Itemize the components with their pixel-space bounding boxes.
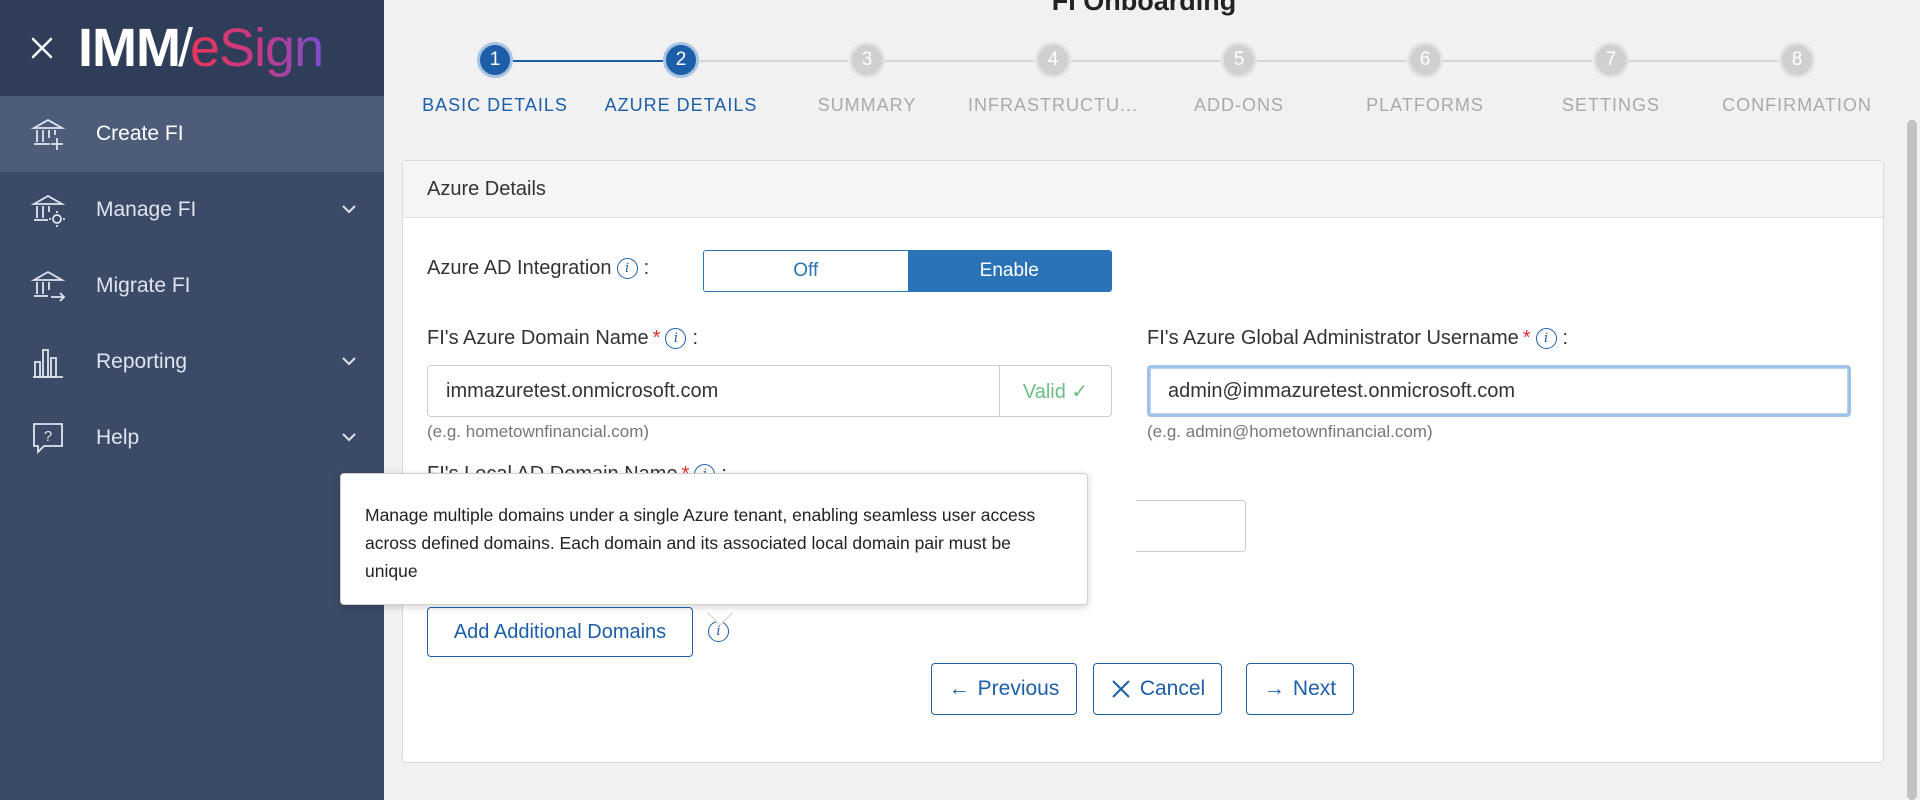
domain-name-hint: (e.g. hometownfinancial.com) — [427, 422, 650, 441]
chevron-down-icon — [342, 357, 356, 366]
sidebar-item-label: Manage FI — [96, 198, 197, 221]
bank-arrow-icon — [30, 270, 66, 302]
svg-text:?: ? — [44, 428, 52, 445]
bank-add-icon — [30, 118, 66, 150]
close-icon — [1112, 680, 1130, 698]
next-button-label: Next — [1292, 677, 1337, 700]
step-number: 5 — [1221, 42, 1257, 78]
domain-name-label-text: FI's Azure Domain Name — [427, 327, 649, 349]
step-add-ons[interactable]: 5 ADD-ONS — [1146, 42, 1332, 116]
required-marker: * — [652, 327, 661, 349]
sidebar-item-label: Migrate FI — [96, 274, 191, 297]
scrollbar[interactable] — [1904, 0, 1920, 800]
chevron-down-icon — [342, 205, 356, 214]
domain-name-label: FI's Azure Domain Name * i : — [427, 327, 699, 349]
ad-integration-toggle[interactable]: Off Enable — [703, 250, 1112, 292]
sidebar: IMM / eSign Create FI Manage FI Migrate FI… — [0, 0, 384, 800]
scrollbar-thumb[interactable] — [1907, 120, 1917, 800]
sidebar-item-manage-fi[interactable]: Manage FI — [0, 172, 384, 248]
step-platforms[interactable]: 6 PLATFORMS — [1332, 42, 1518, 116]
step-label: CONFIRMATION — [1722, 95, 1872, 115]
step-number: 1 — [477, 42, 513, 78]
step-settings[interactable]: 7 SETTINGS — [1518, 42, 1704, 116]
admin-username-label: FI's Azure Global Administrator Username… — [1147, 327, 1569, 349]
previous-button[interactable]: ← Previous — [931, 663, 1077, 715]
info-icon[interactable]: i — [665, 328, 687, 349]
ad-integration-label-text: Azure AD Integration — [427, 257, 612, 279]
step-label: AZURE DETAILS — [604, 95, 758, 115]
app-logo: IMM / eSign — [78, 18, 324, 78]
step-label: SETTINGS — [1561, 95, 1660, 115]
admin-username-hint: (e.g. admin@hometownfinancial.com) — [1147, 422, 1433, 441]
step-label: INFRASTRUCTU... — [968, 95, 1138, 115]
sidebar-item-reporting[interactable]: Reporting — [0, 324, 384, 400]
bar-chart-icon — [33, 349, 63, 378]
domain-name-input-group: Valid ✓ — [427, 365, 1112, 417]
admin-username-input-group — [1147, 365, 1851, 417]
add-additional-domains-button[interactable]: Add Additional Domains — [427, 607, 693, 657]
step-infrastructure[interactable]: 4 INFRASTRUCTU... — [960, 42, 1146, 116]
ad-integration-label: Azure AD Integration i : — [427, 257, 650, 279]
step-number: 4 — [1035, 42, 1071, 78]
previous-button-label: Previous — [977, 677, 1060, 700]
arrow-right-icon: → — [1263, 677, 1285, 700]
toggle-enable-option[interactable]: Enable — [907, 251, 1111, 291]
sidebar-header: IMM / eSign — [0, 0, 384, 96]
info-icon[interactable]: i — [616, 258, 638, 279]
cancel-button[interactable]: Cancel — [1093, 663, 1222, 715]
help-bubble-icon: ? — [33, 423, 63, 455]
onboarding-stepper: 1 BASIC DETAILS 2 AZURE DETAILS 3 SUMMAR… — [402, 42, 1902, 122]
sidebar-item-label: Create FI — [96, 122, 184, 145]
main-content: FI Onboarding 1 BASIC DETAILS 2 AZURE DE… — [340, 0, 1904, 800]
azure-details-card: Azure Details Azure AD Integration i : O… — [402, 160, 1884, 763]
admin-username-input[interactable] — [1150, 368, 1848, 414]
cancel-button-label: Cancel — [1139, 677, 1206, 700]
step-number: 7 — [1593, 42, 1629, 78]
bank-gear-icon — [30, 194, 66, 227]
step-label: BASIC DETAILS — [422, 95, 568, 115]
sidebar-item-migrate-fi[interactable]: Migrate FI — [0, 248, 384, 324]
required-marker: * — [1522, 327, 1531, 349]
info-icon[interactable]: i — [1535, 328, 1557, 349]
step-basic-details[interactable]: 1 BASIC DETAILS — [402, 42, 588, 116]
step-summary[interactable]: 3 SUMMARY — [774, 42, 960, 116]
sidebar-item-help[interactable]: ? Help — [0, 400, 384, 476]
valid-status-badge: Valid ✓ — [999, 366, 1111, 416]
local-domain-input[interactable] — [1136, 500, 1246, 552]
toggle-off-option[interactable]: Off — [704, 251, 908, 291]
step-number: 2 — [663, 42, 699, 78]
step-label: PLATFORMS — [1366, 95, 1484, 115]
additional-domains-tooltip: Manage multiple domains under a single A… — [340, 473, 1088, 605]
admin-username-label-text: FI's Azure Global Administrator Username — [1147, 327, 1519, 349]
domain-name-input[interactable] — [428, 366, 999, 416]
sidebar-item-create-fi[interactable]: Create FI — [0, 96, 384, 172]
sidebar-item-label: Reporting — [96, 350, 188, 373]
step-number: 6 — [1407, 42, 1443, 78]
step-confirmation[interactable]: 8 CONFIRMATION — [1704, 42, 1890, 116]
step-label: SUMMARY — [817, 95, 917, 115]
sidebar-item-label: Help — [96, 426, 140, 449]
step-azure-details[interactable]: 2 AZURE DETAILS — [588, 42, 774, 116]
page-title: FI Onboarding — [1051, 0, 1237, 16]
step-number: 3 — [849, 42, 885, 78]
step-number: 8 — [1779, 42, 1815, 78]
close-menu-icon[interactable] — [22, 28, 62, 68]
card-title: Azure Details — [403, 161, 1883, 218]
chevron-down-icon — [342, 433, 356, 442]
step-label: ADD-ONS — [1193, 95, 1284, 115]
next-button[interactable]: → Next — [1246, 663, 1354, 715]
arrow-left-icon: ← — [948, 677, 970, 700]
